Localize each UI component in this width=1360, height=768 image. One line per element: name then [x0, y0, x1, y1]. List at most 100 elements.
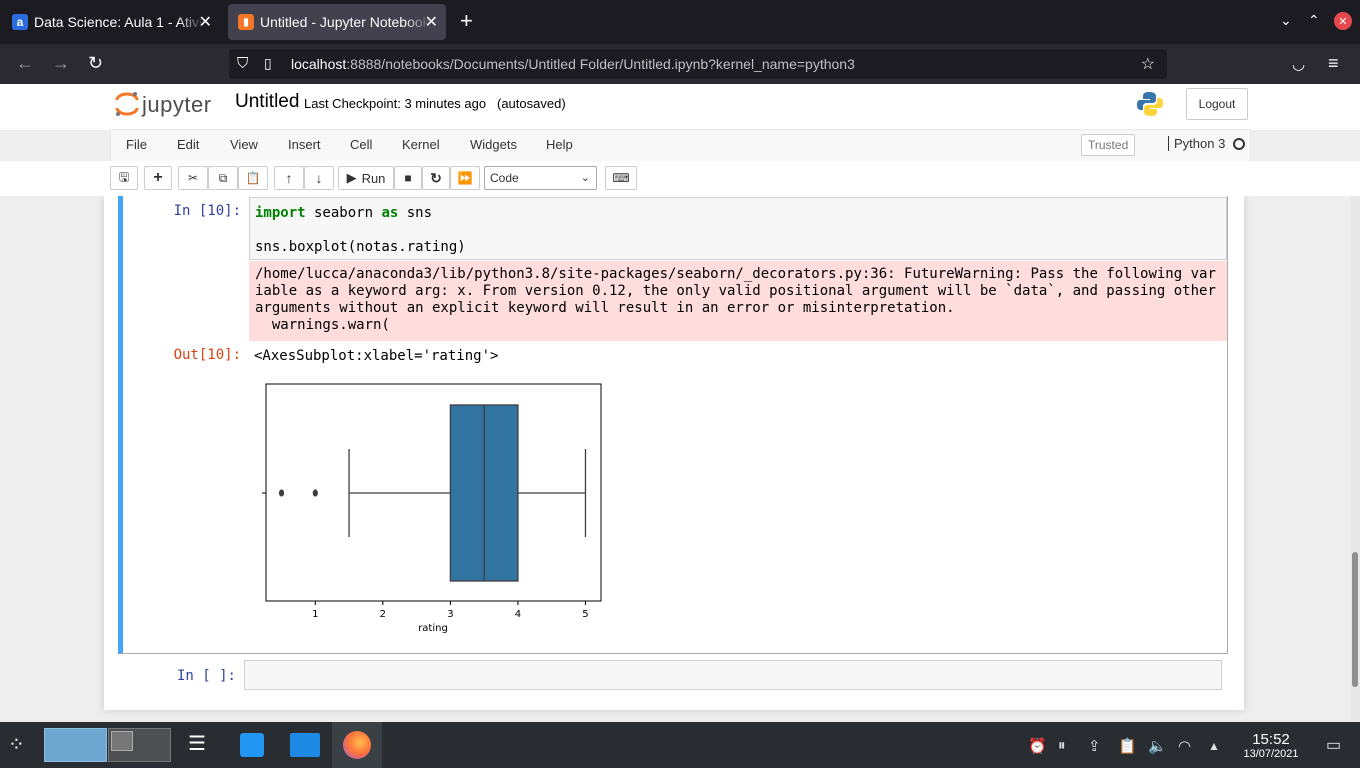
scissors-icon: ✂ [187, 171, 199, 185]
wifi-icon[interactable]: ◠ [1178, 737, 1191, 755]
scrollbar-thumb[interactable] [1352, 552, 1358, 687]
menu-view[interactable]: View [230, 137, 258, 152]
tab-jupyter[interactable]: ▮ Untitled - Jupyter Notebook ✕ [228, 4, 446, 40]
menu-insert[interactable]: Insert [288, 137, 321, 152]
code-alias: sns [398, 205, 433, 221]
virtual-desktop-1[interactable] [44, 728, 107, 762]
shield-icon[interactable]: ⛉ [237, 55, 248, 72]
output-text: <AxesSubplot:xlabel='rating'> [254, 348, 499, 364]
menu-cell[interactable]: Cell [350, 137, 372, 152]
code-keyword: import [255, 205, 306, 221]
menu-widgets[interactable]: Widgets [470, 137, 517, 152]
taskbar: ⁘ ☰ ⏰ ⏸ ⇪ 📋 🔈 ◠ ▲ 15:52 13/07/2021 ▭ [0, 722, 1360, 768]
chevron-up-icon[interactable]: ⌃ [1308, 12, 1320, 29]
clock-date: 13/07/2021 [1243, 748, 1299, 760]
chevron-down-icon[interactable]: ⌄ [1280, 12, 1292, 29]
move-down-button[interactable]: ↓ [304, 166, 334, 190]
close-icon[interactable]: ✕ [425, 12, 438, 32]
menu-help[interactable]: Help [546, 137, 573, 152]
menu-kernel[interactable]: Kernel [402, 137, 440, 152]
x-tick-label: 4 [515, 609, 521, 620]
clock[interactable]: 15:52 13/07/2021 [1236, 731, 1306, 760]
logout-button[interactable]: Logout [1186, 88, 1248, 120]
media-pause-icon[interactable]: ⏸ [1058, 737, 1066, 754]
paste-icon: 📋 [245, 171, 261, 185]
paste-button[interactable]: 📋 [238, 166, 268, 190]
code-editor[interactable]: import seaborn as sns sns.boxplot(notas.… [249, 197, 1227, 260]
cut-button[interactable]: ✂ [178, 166, 208, 190]
hamburger-menu-icon[interactable]: ≡ [1328, 53, 1339, 74]
store-icon[interactable] [240, 733, 264, 757]
cell-type-value: Code [490, 171, 519, 185]
x-tick-label: 2 [380, 609, 386, 620]
notebook-name[interactable]: Untitled [235, 91, 299, 113]
notifications-icon[interactable]: ⏰ [1028, 737, 1047, 755]
notebook-toolbar: 🖫 + ✂ ⧉ 📋 ↑ ↓ ▶ Run ■ ↻ ⏩ Code ⌄ ⌨ [0, 161, 1360, 196]
jupyter-header: jupyter Untitled Last Checkpoint: 3 minu… [0, 84, 1360, 130]
url-bar[interactable]: ⛉ ▯ localhost:8888/notebooks/Documents/U… [229, 49, 1167, 79]
code-editor[interactable] [244, 660, 1222, 690]
close-icon[interactable]: ✕ [199, 12, 212, 32]
new-tab-icon[interactable]: + [460, 8, 473, 34]
autosave-status: (autosaved) [497, 96, 566, 111]
show-desktop-icon[interactable]: ▭ [1326, 735, 1341, 755]
run-button[interactable]: ▶ Run [338, 166, 394, 190]
tab-data-science[interactable]: a Data Science: Aula 1 - Atividade ✕ [2, 4, 220, 40]
clock-time: 15:52 [1252, 731, 1290, 748]
volume-icon[interactable]: 🔈 [1148, 737, 1167, 755]
fast-forward-icon: ⏩ [457, 171, 473, 185]
code-cell[interactable]: In [ ]: [118, 656, 1228, 696]
code-module: seaborn [305, 205, 382, 221]
window-close-icon[interactable]: ✕ [1334, 12, 1352, 30]
run-label: Run [361, 170, 386, 186]
browser-nav-bar: ← → ↻ ⛉ ▯ localhost:8888/notebooks/Docum… [0, 44, 1360, 84]
jupyter-logo-icon[interactable] [114, 90, 140, 118]
clipboard-icon[interactable]: 📋 [1118, 737, 1137, 755]
cell-type-select[interactable]: Code ⌄ [484, 166, 597, 190]
code-cell-selected[interactable]: In [10]: import seaborn as sns sns.boxpl… [118, 196, 1228, 654]
trusted-badge[interactable]: Trusted [1081, 134, 1136, 156]
copy-button[interactable]: ⧉ [208, 166, 238, 190]
stderr-output: /home/lucca/anaconda3/lib/python3.8/site… [249, 261, 1227, 341]
firefox-taskbar-item[interactable] [332, 722, 382, 768]
alura-icon: a [12, 14, 28, 30]
python-icon [1137, 92, 1163, 116]
jupyter-logo-text[interactable]: jupyter [142, 92, 212, 118]
command-palette-button[interactable]: ⌨ [605, 166, 637, 190]
page-icon: ▯ [264, 55, 272, 71]
pocket-icon[interactable]: ◡ [1292, 55, 1305, 73]
code-line: import seaborn as sns [255, 205, 432, 221]
virtual-desktop-2[interactable] [108, 728, 171, 762]
reload-icon[interactable]: ↻ [88, 53, 103, 74]
forward-icon[interactable]: → [52, 53, 70, 74]
jupyter-icon: ▮ [238, 14, 254, 30]
restart-button[interactable]: ↻ [422, 166, 450, 190]
move-up-button[interactable]: ↑ [274, 166, 304, 190]
code-keyword: as [381, 205, 399, 221]
star-icon[interactable]: ☆ [1141, 54, 1155, 74]
copy-icon: ⧉ [218, 170, 228, 185]
url-text[interactable]: localhost:8888/notebooks/Documents/Untit… [291, 56, 855, 72]
plus-icon: + [153, 169, 163, 186]
menu-file[interactable]: File [126, 137, 147, 152]
settings-icon[interactable]: ☰ [188, 731, 216, 759]
back-icon[interactable]: ← [16, 53, 34, 74]
code-line: sns.boxplot(notas.rating) [255, 239, 466, 255]
scrollbar[interactable] [1350, 196, 1360, 720]
tab-title: Data Science: Aula 1 - Atividade [34, 14, 204, 30]
app-launcher-icon[interactable]: ⁘ [8, 732, 36, 760]
firefox-icon [343, 731, 371, 759]
input-prompt: In [ ]: [176, 668, 236, 684]
tray-expand-icon[interactable]: ▲ [1208, 739, 1220, 753]
update-icon[interactable]: ⇪ [1088, 737, 1101, 755]
save-button[interactable]: 🖫 [110, 166, 138, 190]
kernel-name[interactable]: Python 3 [1168, 136, 1225, 151]
tab-title: Untitled - Jupyter Notebook [260, 14, 430, 30]
checkpoint-status: Last Checkpoint: 3 minutes ago [304, 96, 487, 111]
restart-run-all-button[interactable]: ⏩ [450, 166, 480, 190]
folder-icon[interactable] [290, 733, 320, 757]
interrupt-button[interactable]: ■ [394, 166, 422, 190]
outlier-point [278, 489, 285, 497]
insert-cell-button[interactable]: + [144, 166, 172, 190]
menu-edit[interactable]: Edit [177, 137, 199, 152]
